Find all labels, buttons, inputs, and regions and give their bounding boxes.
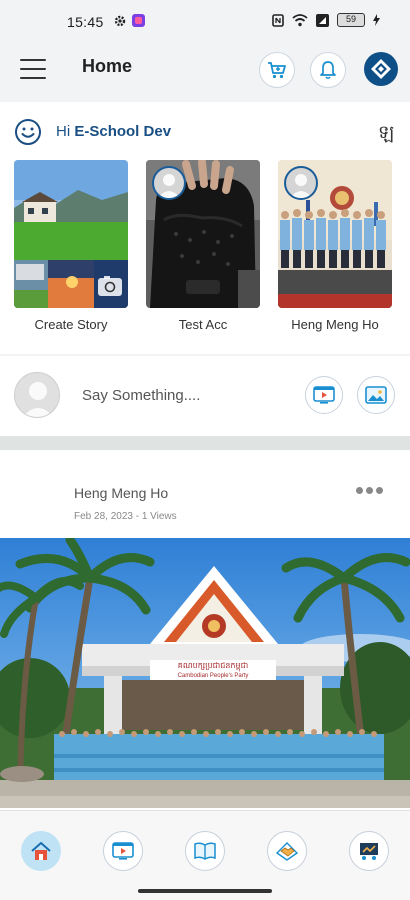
greeting-prefix: Hi — [56, 123, 75, 140]
status-system-icons: 59 — [272, 13, 380, 27]
create-story-card[interactable] — [14, 160, 128, 308]
app-header: Home — [0, 44, 410, 100]
post-author[interactable]: Heng Meng Ho — [74, 485, 168, 501]
profile-button[interactable] — [364, 52, 398, 86]
greeting-name: E-School Dev — [74, 123, 172, 140]
profile-logo-icon — [371, 59, 391, 79]
nav-partners[interactable] — [267, 831, 307, 871]
add-photo-button[interactable] — [357, 376, 395, 414]
status-time: 15:45 — [67, 14, 104, 30]
status-bar: 15:45 59 — [0, 0, 410, 44]
presentation-icon — [360, 843, 378, 860]
say-something-input[interactable]: Say Something.... — [82, 387, 200, 404]
nfc-icon — [272, 13, 284, 27]
app-status-icon — [132, 14, 145, 27]
home-indicator — [138, 889, 272, 893]
story-section: Hi E-School Dev ឡ Create Story Test Acc … — [0, 102, 410, 354]
notifications-button[interactable] — [310, 52, 346, 88]
post-composer: Say Something.... — [0, 356, 410, 436]
story-label: Test Acc — [178, 317, 228, 332]
cart-icon — [268, 62, 286, 79]
add-video-button[interactable] — [305, 376, 343, 414]
nav-classroom[interactable] — [349, 831, 389, 871]
book-icon — [194, 842, 216, 860]
story-card-test-acc[interactable] — [146, 160, 260, 308]
story-label: Create Story — [34, 317, 108, 332]
greeting: Hi E-School Dev — [56, 123, 171, 140]
default-avatar-icon — [22, 382, 54, 417]
more-dot — [356, 487, 363, 494]
charging-icon — [373, 14, 380, 26]
post-photo: គណបក្សប្រជាជនកម្ពុជា Cambodian People's … — [0, 538, 410, 808]
story-avatar — [284, 166, 318, 200]
nav-videos[interactable] — [103, 831, 143, 871]
feed-post: Heng Meng Ho Feb 28, 2023 - 1 Views គណបក… — [0, 450, 410, 810]
video-icon — [112, 842, 134, 860]
nav-home[interactable] — [21, 831, 61, 871]
settings-status-icon — [114, 15, 126, 26]
more-dot — [366, 487, 373, 494]
default-avatar-icon — [290, 174, 312, 198]
bell-icon — [320, 61, 336, 80]
battery-icon: 59 — [337, 13, 365, 27]
story-label: Heng Meng Ho — [291, 317, 379, 332]
create-story-thumbnail — [14, 160, 128, 308]
menu-line — [20, 68, 46, 70]
story-card-heng-meng-ho[interactable] — [278, 160, 392, 308]
menu-line — [20, 77, 46, 79]
page-title: Home — [82, 56, 133, 76]
language-switch-icon[interactable]: ឡ — [378, 120, 394, 147]
status-notification-icons — [114, 14, 145, 27]
menu-line — [20, 59, 46, 61]
default-avatar-icon — [158, 174, 180, 198]
wifi-icon — [292, 13, 308, 26]
section-divider — [0, 436, 410, 450]
cart-button[interactable] — [259, 52, 295, 88]
user-avatar[interactable] — [14, 372, 60, 418]
nav-library[interactable] — [185, 831, 225, 871]
post-meta: Feb 28, 2023 - 1 Views — [74, 511, 177, 522]
home-icon — [31, 842, 51, 860]
smile-icon — [15, 119, 41, 145]
story-avatar — [152, 166, 186, 200]
signal-icon — [316, 13, 329, 27]
post-options-button[interactable] — [356, 487, 383, 494]
banner-english-text: Cambodian People's Party — [178, 673, 249, 679]
bottom-navigation — [0, 810, 410, 900]
post-image[interactable]: គណបក្សប្រជាជនកម្ពុជា Cambodian People's … — [0, 538, 410, 808]
image-icon — [365, 386, 387, 404]
video-icon — [313, 386, 335, 404]
handshake-icon — [275, 842, 299, 861]
menu-button[interactable] — [18, 56, 48, 82]
more-dot — [376, 487, 383, 494]
